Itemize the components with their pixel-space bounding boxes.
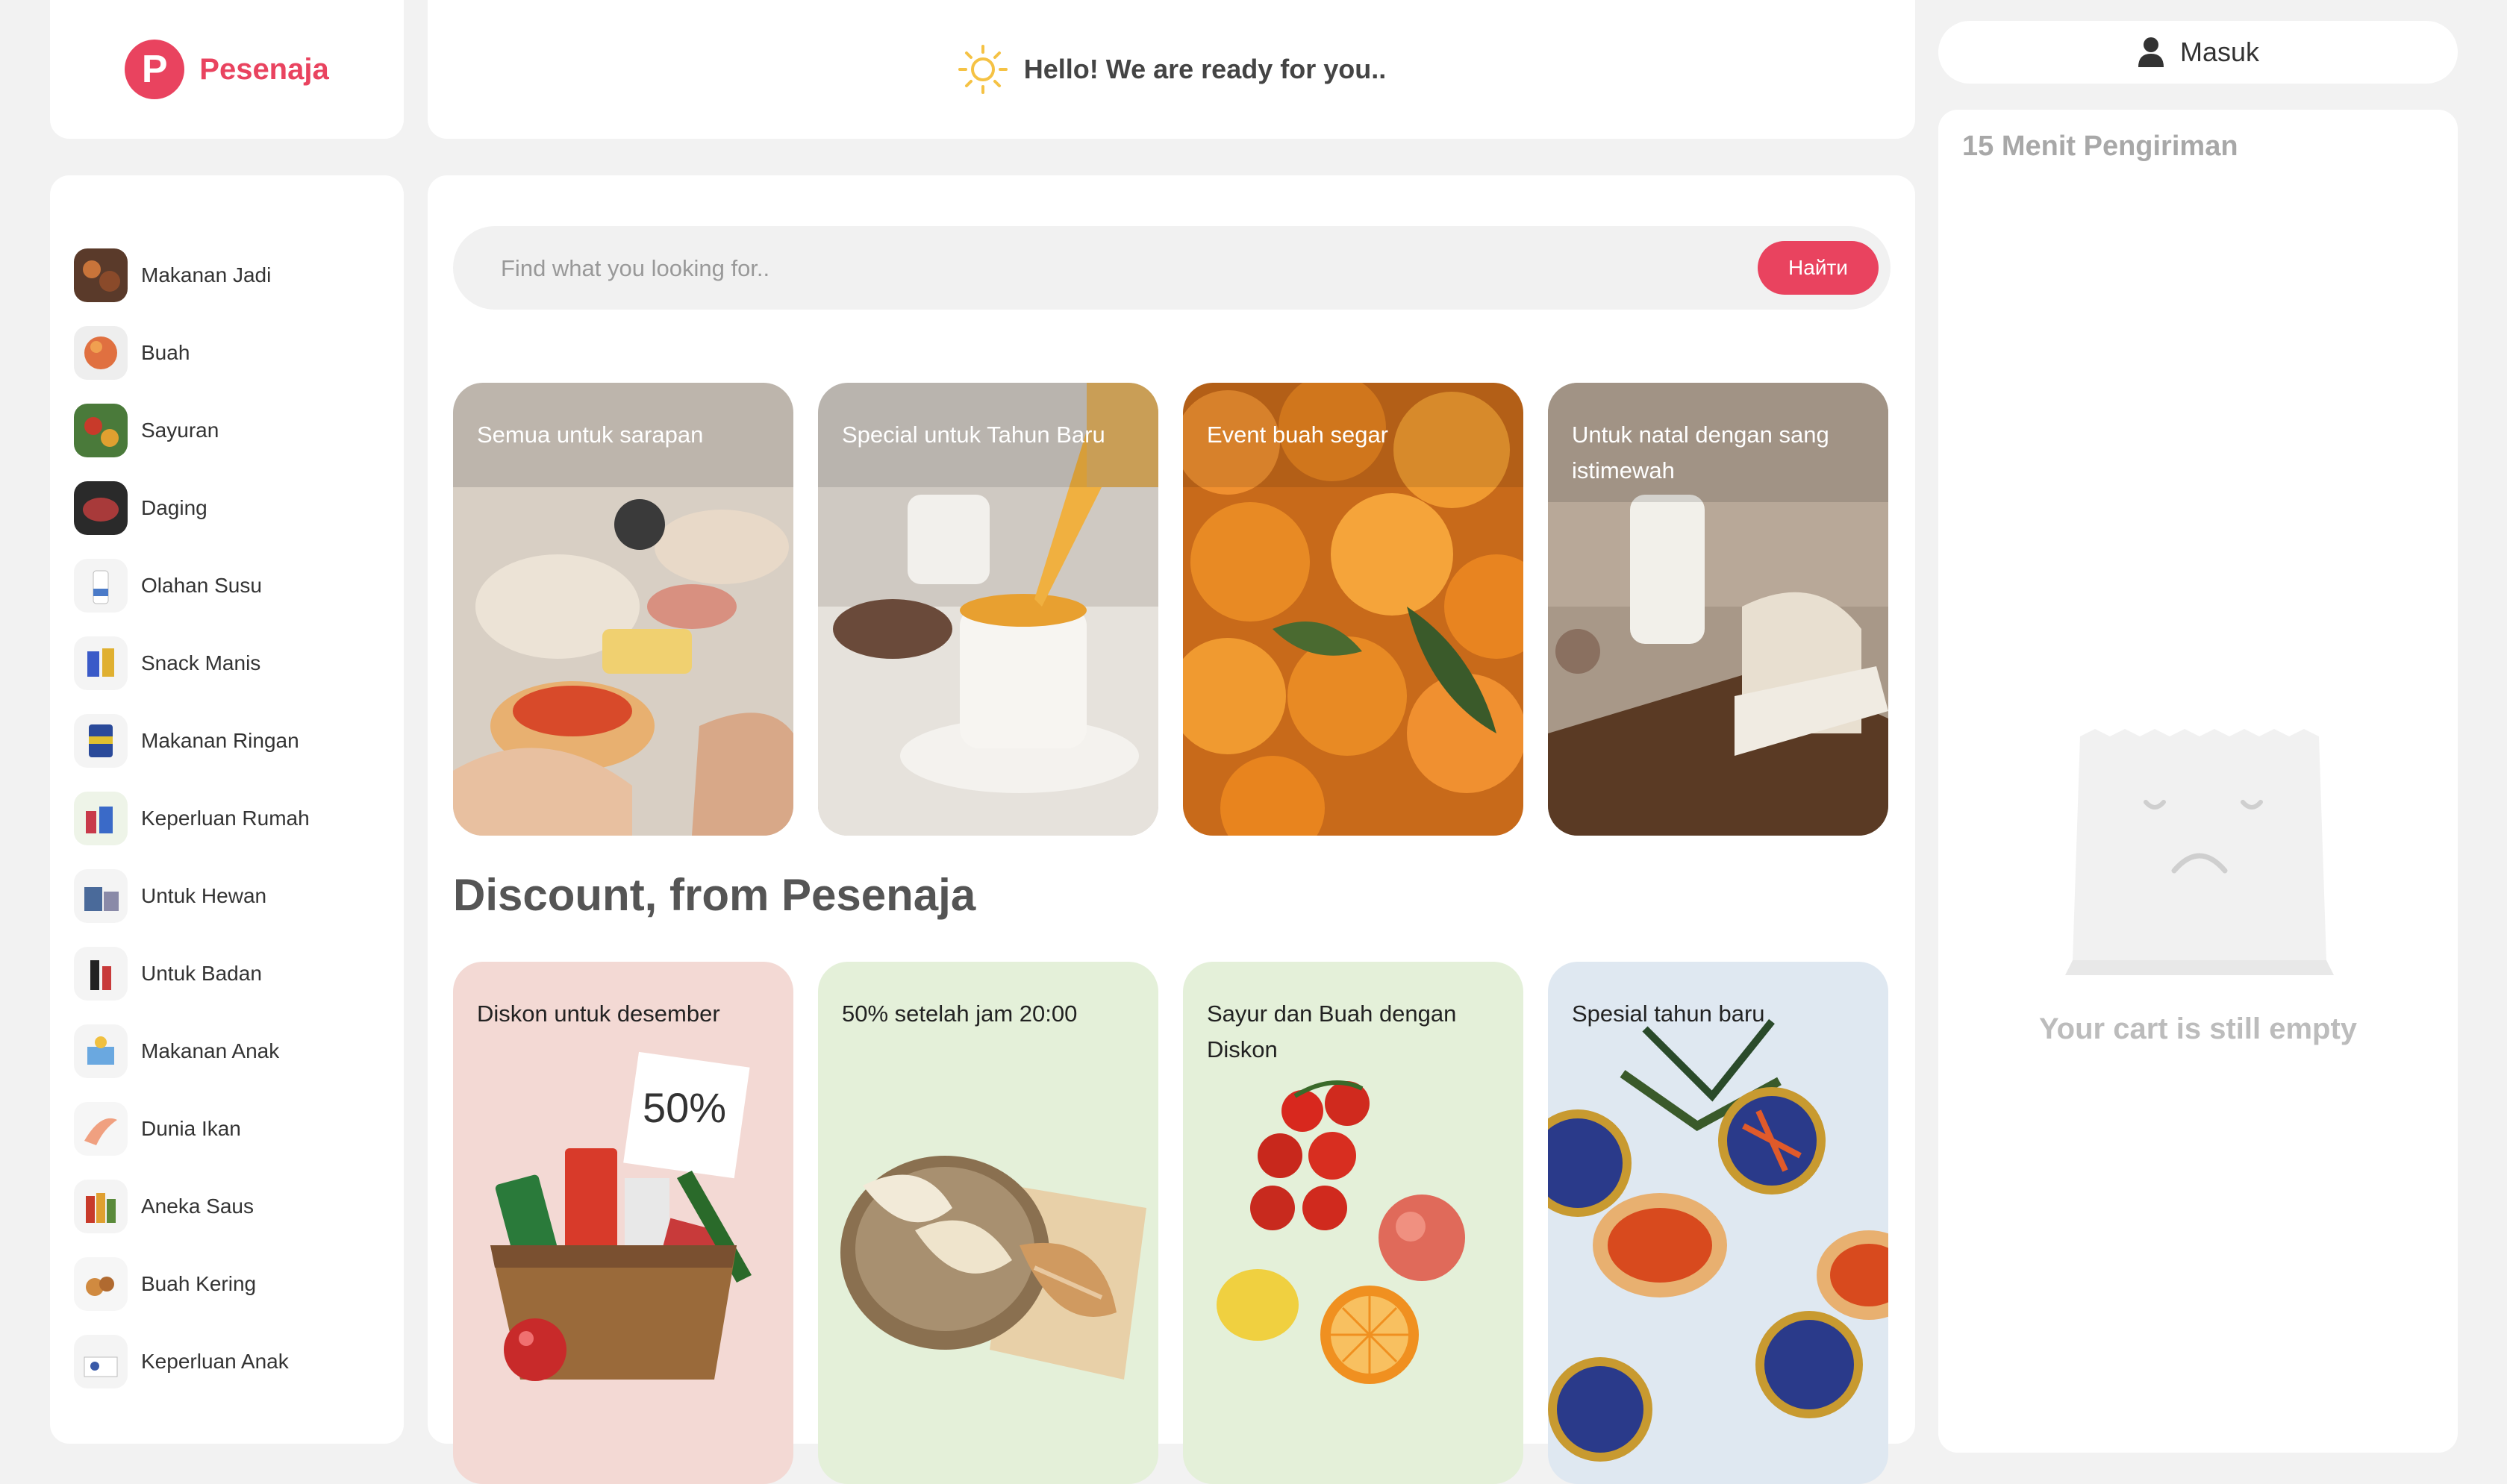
main-content: Найти Semua untuk sarapan	[428, 175, 1915, 1484]
search-bar: Найти	[453, 226, 1891, 311]
category-sidebar: Makanan Jadi Buah Sayuran Daging Olahan …	[50, 175, 404, 1444]
promo-label: Untuk natal dengan sang istimewah	[1572, 422, 1829, 483]
sun-icon	[958, 45, 1008, 94]
sidebar-item-makanan-anak[interactable]: Makanan Anak	[74, 1024, 279, 1078]
logo-icon: P	[125, 40, 185, 99]
sidebar-item-label: Sayuran	[141, 419, 219, 442]
category-thumbnail	[74, 1102, 128, 1156]
discount-card[interactable]: 50% Diskon untuk desember	[453, 962, 793, 1484]
sidebar-item-buah[interactable]: Buah	[74, 326, 190, 380]
sidebar-item-sayuran[interactable]: Sayuran	[74, 404, 219, 457]
category-thumbnail	[74, 326, 128, 380]
promo-label: Semua untuk sarapan	[477, 422, 704, 448]
category-thumbnail	[74, 559, 128, 613]
sidebar-item-snack-manis[interactable]: Snack Manis	[74, 636, 260, 690]
promo-card[interactable]: Untuk natal dengan sang istimewah	[1548, 383, 1888, 836]
user-icon	[2138, 37, 2164, 67]
sidebar-item-dunia-ikan[interactable]: Dunia Ikan	[74, 1102, 241, 1156]
sidebar-item-label: Keperluan Anak	[141, 1350, 289, 1373]
category-thumbnail	[74, 869, 128, 923]
login-button[interactable]: Masuk	[1938, 21, 2458, 84]
promo-label: Special untuk Tahun Baru	[842, 422, 1105, 448]
promo-label: Event buah segar	[1207, 422, 1389, 448]
sidebar-item-label: Untuk Badan	[141, 962, 262, 985]
discount-card[interactable]: Spesial tahun baru	[1548, 962, 1888, 1484]
promo-card[interactable]: Event buah segar	[1183, 383, 1523, 836]
sidebar-item-makanan-ringan[interactable]: Makanan Ringan	[74, 714, 299, 768]
category-thumbnail	[74, 481, 128, 535]
discount-label: 50% setelah jam 20:00	[842, 1001, 1078, 1027]
sidebar-item-makanan-jadi[interactable]: Makanan Jadi	[74, 248, 271, 302]
discount-card[interactable]: Sayur dan Buah dengan Diskon	[1183, 962, 1523, 1484]
cart-title: 15 Menit Pengiriman	[1962, 131, 2238, 162]
promo-card[interactable]: Special untuk Tahun Baru	[818, 383, 1158, 836]
discount-image	[1548, 1018, 1888, 1462]
sidebar-item-label: Buah	[141, 341, 190, 364]
discount-label: Sayur dan Buah dengan Diskon	[1207, 1001, 1457, 1062]
sidebar-item-label: Olahan Susu	[141, 574, 262, 597]
discount-label: Spesial tahun baru	[1572, 1001, 1765, 1027]
sidebar-item-untuk-badan[interactable]: Untuk Badan	[74, 947, 262, 1001]
discount-image: 50%	[490, 1051, 752, 1381]
category-thumbnail	[74, 792, 128, 845]
discount-card[interactable]: 50% setelah jam 20:00	[818, 962, 1158, 1484]
category-thumbnail	[74, 1024, 128, 1078]
discount-label: Diskon untuk desember	[477, 1001, 720, 1027]
sidebar-item-label: Untuk Hewan	[141, 884, 267, 907]
search-button[interactable]: Найти	[1758, 241, 1879, 295]
sidebar-item-label: Makanan Jadi	[141, 263, 272, 287]
empty-bag-icon	[2065, 729, 2334, 975]
category-thumbnail	[74, 1257, 128, 1311]
sidebar-item-olahan-susu[interactable]: Olahan Susu	[74, 559, 262, 613]
sidebar-item-buah-kering[interactable]: Buah Kering	[74, 1257, 256, 1311]
sidebar-item-label: Snack Manis	[141, 651, 261, 674]
greeting-header: Hello! We are ready for you..	[428, 0, 1915, 139]
sidebar-item-label: Makanan Anak	[141, 1039, 280, 1062]
category-thumbnail	[74, 636, 128, 690]
promo-card[interactable]: Semua untuk sarapan	[453, 383, 793, 836]
sidebar-item-untuk-hewan[interactable]: Untuk Hewan	[74, 869, 266, 923]
sidebar-item-label: Dunia Ikan	[141, 1117, 241, 1140]
brand-name: Pesenaja	[199, 52, 329, 86]
sidebar-item-aneka-saus[interactable]: Aneka Saus	[74, 1180, 254, 1233]
sidebar-item-keperluan-rumah[interactable]: Keperluan Rumah	[74, 792, 310, 845]
sidebar-item-label: Makanan Ringan	[141, 729, 299, 752]
category-thumbnail	[74, 248, 128, 302]
discount-badge: 50%	[643, 1084, 726, 1131]
discount-section-title: Discount, from Pesenaja	[453, 870, 976, 920]
cart-empty-message: Your cart is still empty	[2038, 1012, 2358, 1045]
search-input[interactable]	[499, 226, 1622, 311]
sidebar-item-label: Keperluan Rumah	[141, 807, 310, 830]
discount-image	[840, 1156, 1146, 1380]
sidebar-item-keperluan-anak[interactable]: Keperluan Anak	[74, 1335, 289, 1388]
logo-panel[interactable]: P Pesenaja	[50, 0, 404, 139]
category-thumbnail	[74, 404, 128, 457]
category-thumbnail	[74, 947, 128, 1001]
greeting-text: Hello! We are ready for you..	[1023, 54, 1387, 84]
sidebar-item-label: Aneka Saus	[141, 1195, 254, 1218]
sidebar-item-label: Daging	[141, 496, 207, 519]
category-thumbnail	[74, 1335, 128, 1388]
cart-panel: 15 Menit Pengiriman Your cart is still e…	[1938, 110, 2458, 1453]
category-thumbnail	[74, 1180, 128, 1233]
sidebar-item-daging[interactable]: Daging	[74, 481, 207, 535]
sidebar-item-label: Buah Kering	[141, 1272, 257, 1295]
login-label: Masuk	[2179, 37, 2260, 67]
category-thumbnail	[74, 714, 128, 768]
